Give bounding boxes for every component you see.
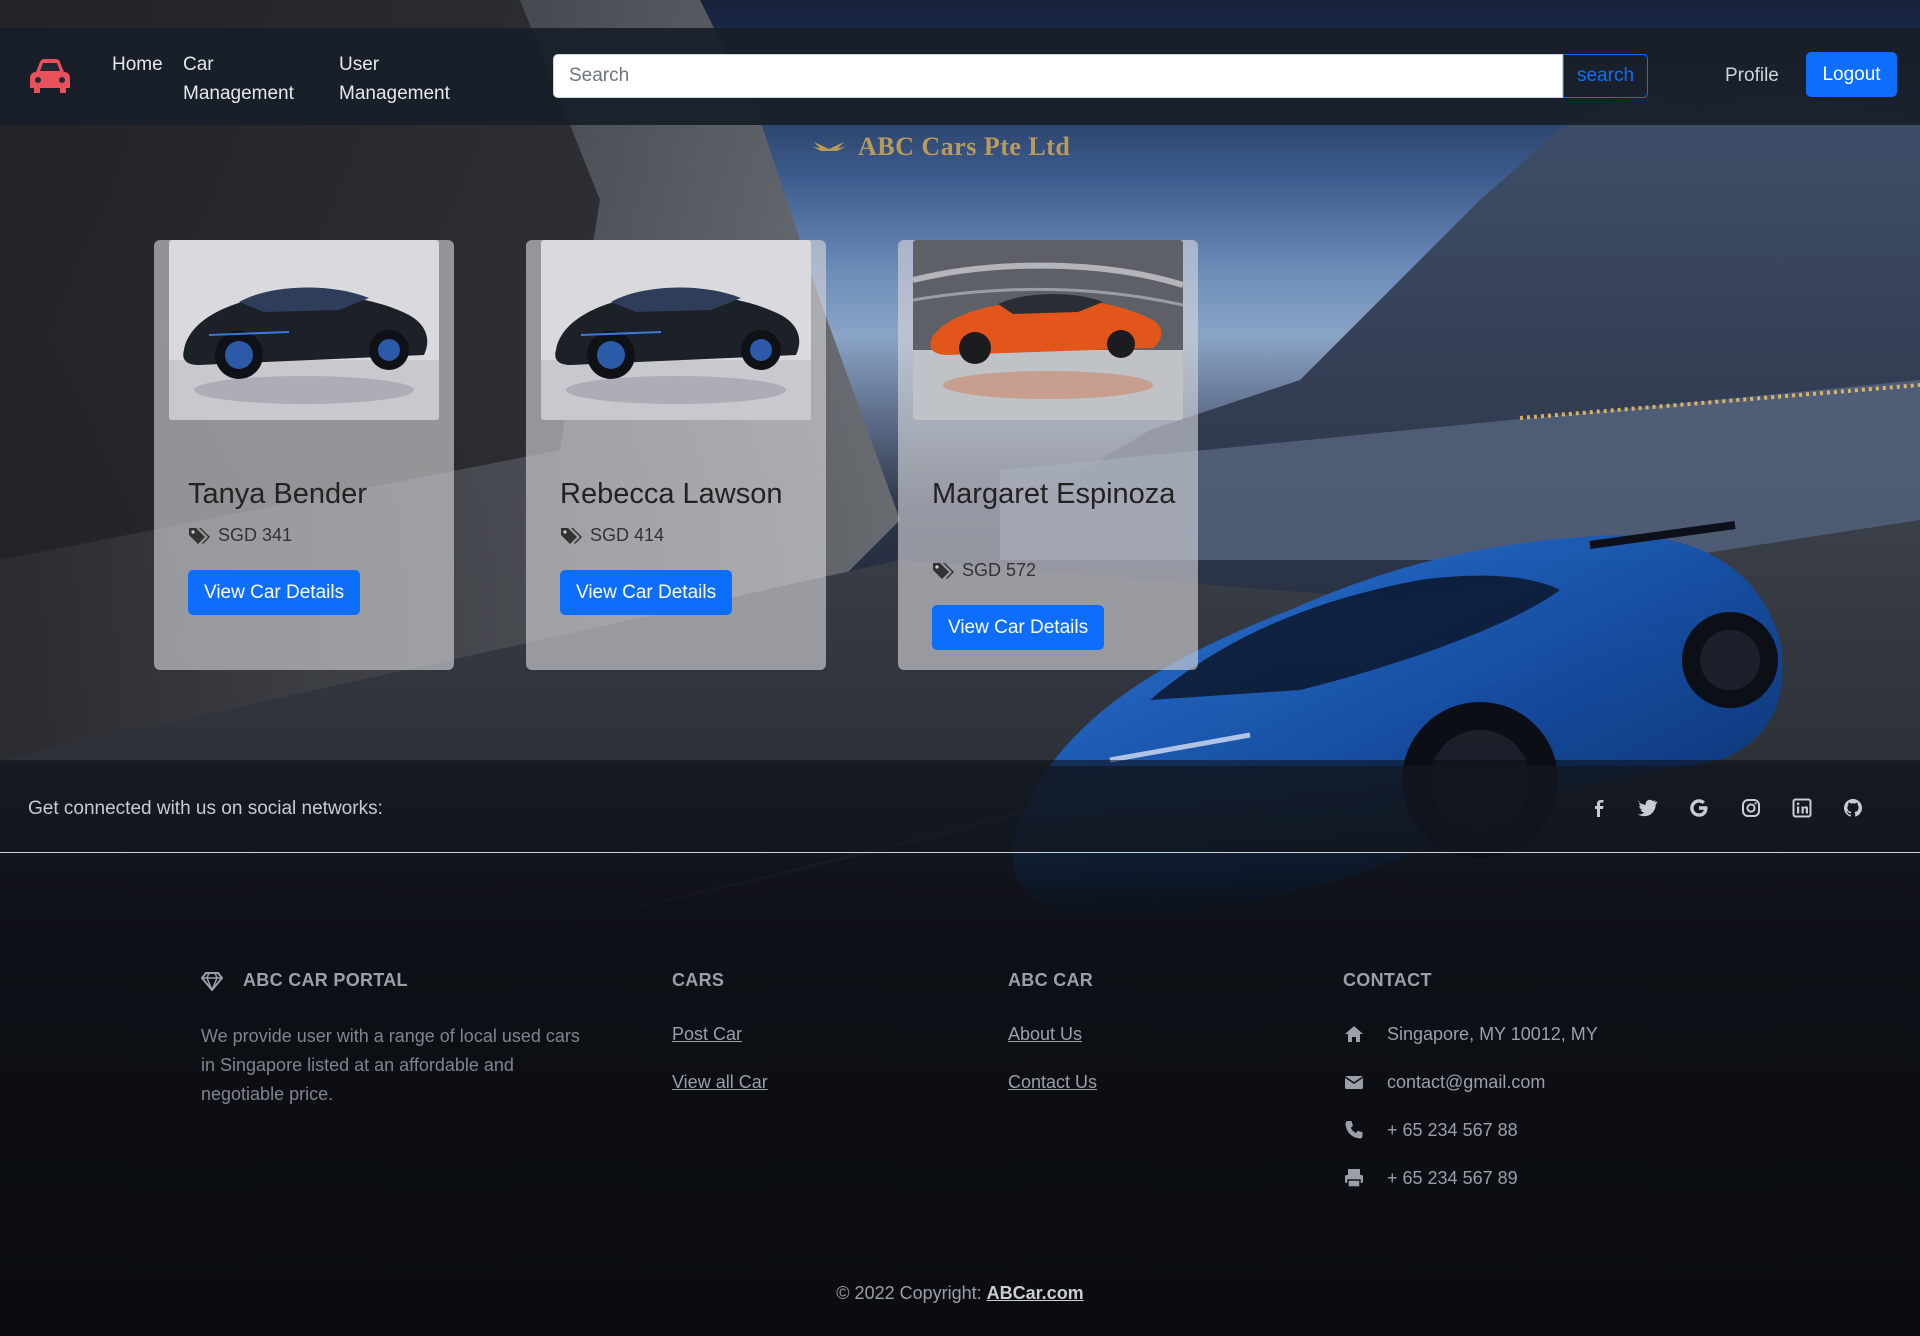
nav-profile[interactable]: Profile (1725, 65, 1779, 87)
nav-user-management[interactable]: User Management (339, 50, 469, 108)
view-car-details-button[interactable]: View Car Details (560, 570, 733, 615)
phone-icon (1345, 1121, 1363, 1139)
wings-logo-icon (813, 142, 845, 151)
tags-icon (561, 527, 582, 544)
footer-contact-heading: CONTACT (1343, 970, 1432, 990)
envelope-icon (1344, 1076, 1364, 1089)
price-row: SGD 572 (932, 560, 1036, 581)
company-name: ABC Cars Pte Ltd (858, 132, 1071, 161)
gem-icon (201, 971, 223, 991)
google-icon[interactable] (1688, 797, 1710, 819)
search-button[interactable]: search (1563, 54, 1648, 98)
car-price: SGD 414 (590, 525, 665, 545)
footer-abc-heading: ABC CAR (1008, 970, 1094, 990)
navbar: Home Car Management User Management sear… (0, 28, 1920, 125)
home-icon (1345, 1026, 1363, 1042)
price-row: SGD 341 (188, 525, 292, 546)
card-title: Tanya Bender (188, 478, 367, 510)
tags-icon (933, 562, 954, 579)
card-title: Margaret Espinoza (932, 478, 1176, 510)
company-title: ABC Cars Pte Ltd (812, 130, 1070, 164)
car-price: SGD 341 (218, 525, 293, 545)
contact-address-text: Singapore, MY 10012, MY (1387, 1023, 1598, 1044)
contact-fax: + 65 234 567 89 (1343, 1167, 1518, 1189)
printer-icon (1345, 1169, 1363, 1188)
price-row: SGD 414 (560, 525, 664, 546)
social-strip: Get connected with us on social networks… (0, 766, 1920, 853)
footer-link-about-us[interactable]: About Us (1008, 1024, 1082, 1045)
car-price: SGD 572 (962, 560, 1037, 580)
footer-link-view-all-car[interactable]: View all Car (672, 1072, 768, 1093)
github-icon[interactable] (1842, 797, 1864, 819)
contact-phone: + 65 234 567 88 (1343, 1119, 1518, 1141)
nav-home[interactable]: Home (112, 50, 163, 79)
copyright-text: © 2022 Copyright: (836, 1283, 987, 1303)
car-image-black-concept (541, 240, 811, 420)
footer-cars-heading: CARS (672, 970, 725, 990)
footer-portal-description: We provide user with a range of local us… (201, 1026, 580, 1104)
search-input[interactable] (553, 54, 1563, 98)
linkedin-icon[interactable] (1791, 797, 1813, 819)
car-logo-icon[interactable] (28, 56, 72, 96)
facebook-icon[interactable] (1588, 797, 1610, 819)
copyright: © 2022 Copyright: ABCar.com (0, 1283, 1920, 1304)
footer-link-contact-us[interactable]: Contact Us (1008, 1072, 1097, 1093)
view-car-details-button[interactable]: View Car Details (932, 605, 1105, 650)
social-text: Get connected with us on social networks… (28, 798, 383, 819)
footer-link-post-car[interactable]: Post Car (672, 1024, 742, 1045)
logout-button[interactable]: Logout (1806, 52, 1897, 97)
car-card: Margaret Espinoza SGD 572 View Car Detai… (898, 240, 1198, 670)
nav-car-management[interactable]: Car Management (183, 50, 313, 108)
tags-icon (189, 527, 210, 544)
contact-fax-text: + 65 234 567 89 (1387, 1167, 1518, 1188)
car-image-orange-sports (913, 240, 1183, 420)
view-car-details-button[interactable]: View Car Details (188, 570, 361, 615)
contact-phone-text: + 65 234 567 88 (1387, 1119, 1518, 1140)
card-title: Rebecca Lawson (560, 478, 783, 510)
car-image-black-concept (169, 240, 439, 420)
contact-email: contact@gmail.com (1343, 1071, 1545, 1093)
car-card: Tanya Bender SGD 341 View Car Details (154, 240, 454, 670)
contact-address: Singapore, MY 10012, MY (1343, 1023, 1598, 1045)
instagram-icon[interactable] (1740, 797, 1762, 819)
footer-portal-title: ABC CAR PORTAL (243, 970, 408, 990)
copyright-link[interactable]: ABCar.com (987, 1283, 1084, 1303)
car-card: Rebecca Lawson SGD 414 View Car Details (526, 240, 826, 670)
footer-portal-heading: ABC CAR PORTAL (201, 970, 408, 991)
contact-email-text: contact@gmail.com (1387, 1071, 1546, 1092)
twitter-icon[interactable] (1637, 797, 1659, 819)
